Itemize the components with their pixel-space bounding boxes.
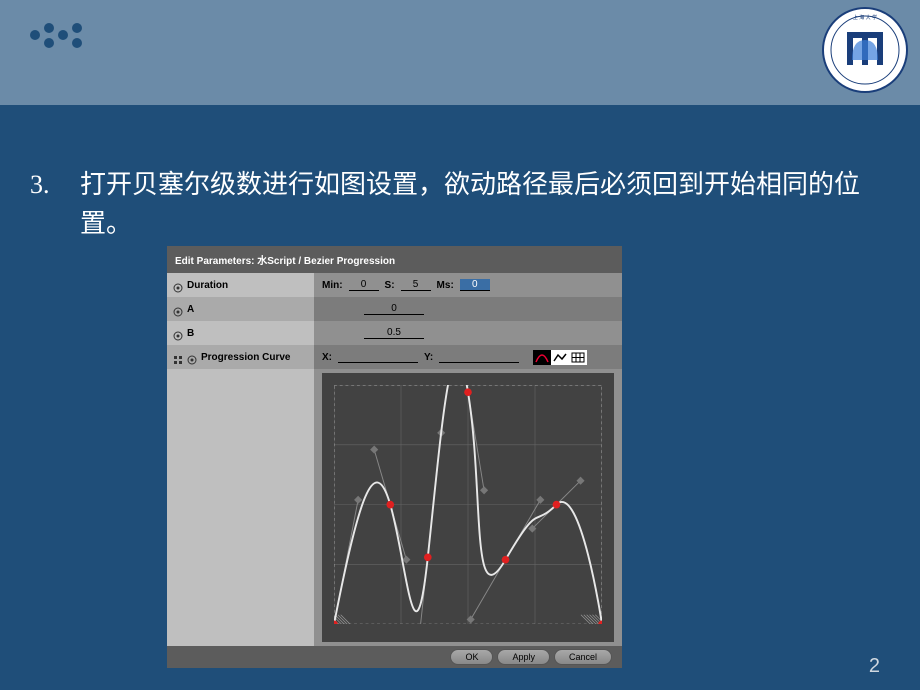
cancel-button[interactable]: Cancel — [554, 649, 612, 665]
progression-value-row: X: Y: — [314, 345, 622, 369]
b-value-row — [314, 321, 622, 345]
dialog-title: Edit Parameters: 水Script / Bezier Progre… — [167, 246, 622, 273]
instruction-text: 3. 打开贝塞尔级数进行如图设置，欲动路径最后必须回到开始相同的位置。 — [30, 165, 890, 243]
apply-button[interactable]: Apply — [497, 649, 550, 665]
b-input[interactable] — [364, 327, 424, 339]
param-label: Progression Curve — [201, 352, 290, 363]
min-input[interactable] — [349, 279, 379, 291]
a-input[interactable] — [364, 303, 424, 315]
param-label: Duration — [187, 280, 228, 291]
min-label: Min: — [322, 280, 343, 291]
ok-button[interactable]: OK — [450, 649, 493, 665]
page-number: 2 — [869, 655, 880, 678]
instruction-body: 打开贝塞尔级数进行如图设置，欲动路径最后必须回到开始相同的位置。 — [80, 165, 890, 243]
instruction-number: 3. — [30, 165, 80, 243]
university-logo: 上 海 大 学 — [820, 5, 910, 95]
edit-parameters-dialog: Edit Parameters: 水Script / Bezier Progre… — [167, 246, 622, 665]
slide-header: 上 海 大 学 — [0, 0, 920, 105]
ms-input[interactable] — [460, 279, 490, 291]
param-b[interactable]: B — [167, 321, 314, 345]
y-input[interactable] — [439, 351, 519, 363]
s-input[interactable] — [401, 279, 431, 291]
bezier-curve-canvas[interactable] — [334, 385, 602, 624]
x-label: X: — [322, 352, 332, 363]
param-duration[interactable]: Duration — [167, 273, 314, 297]
bezier-graph[interactable] — [322, 373, 614, 642]
param-label: B — [187, 328, 194, 339]
curve-mode-icon[interactable] — [533, 350, 551, 365]
x-input[interactable] — [338, 351, 418, 363]
target-icon — [187, 352, 197, 362]
a-value-row — [314, 297, 622, 321]
dialog-body: Duration A B Progression Curve Min: S: — [167, 273, 622, 646]
line-mode-icon[interactable] — [551, 350, 569, 365]
parameter-values: Min: S: Ms: X: Y: — [314, 273, 622, 646]
param-label: A — [187, 304, 194, 315]
target-icon — [173, 280, 183, 290]
y-label: Y: — [424, 352, 433, 363]
target-icon — [173, 304, 183, 314]
svg-text:上 海 大 学: 上 海 大 学 — [853, 14, 877, 21]
ms-label: Ms: — [437, 280, 454, 291]
target-icon — [173, 328, 183, 338]
duration-value-row: Min: S: Ms: — [314, 273, 622, 297]
grid-mode-icon[interactable] — [569, 350, 587, 365]
grid-icon — [173, 352, 183, 362]
parameter-list: Duration A B Progression Curve — [167, 273, 314, 646]
s-label: S: — [385, 280, 395, 291]
param-progression-curve[interactable]: Progression Curve — [167, 345, 314, 369]
dialog-button-row: OK Apply Cancel — [167, 646, 622, 668]
param-a[interactable]: A — [167, 297, 314, 321]
